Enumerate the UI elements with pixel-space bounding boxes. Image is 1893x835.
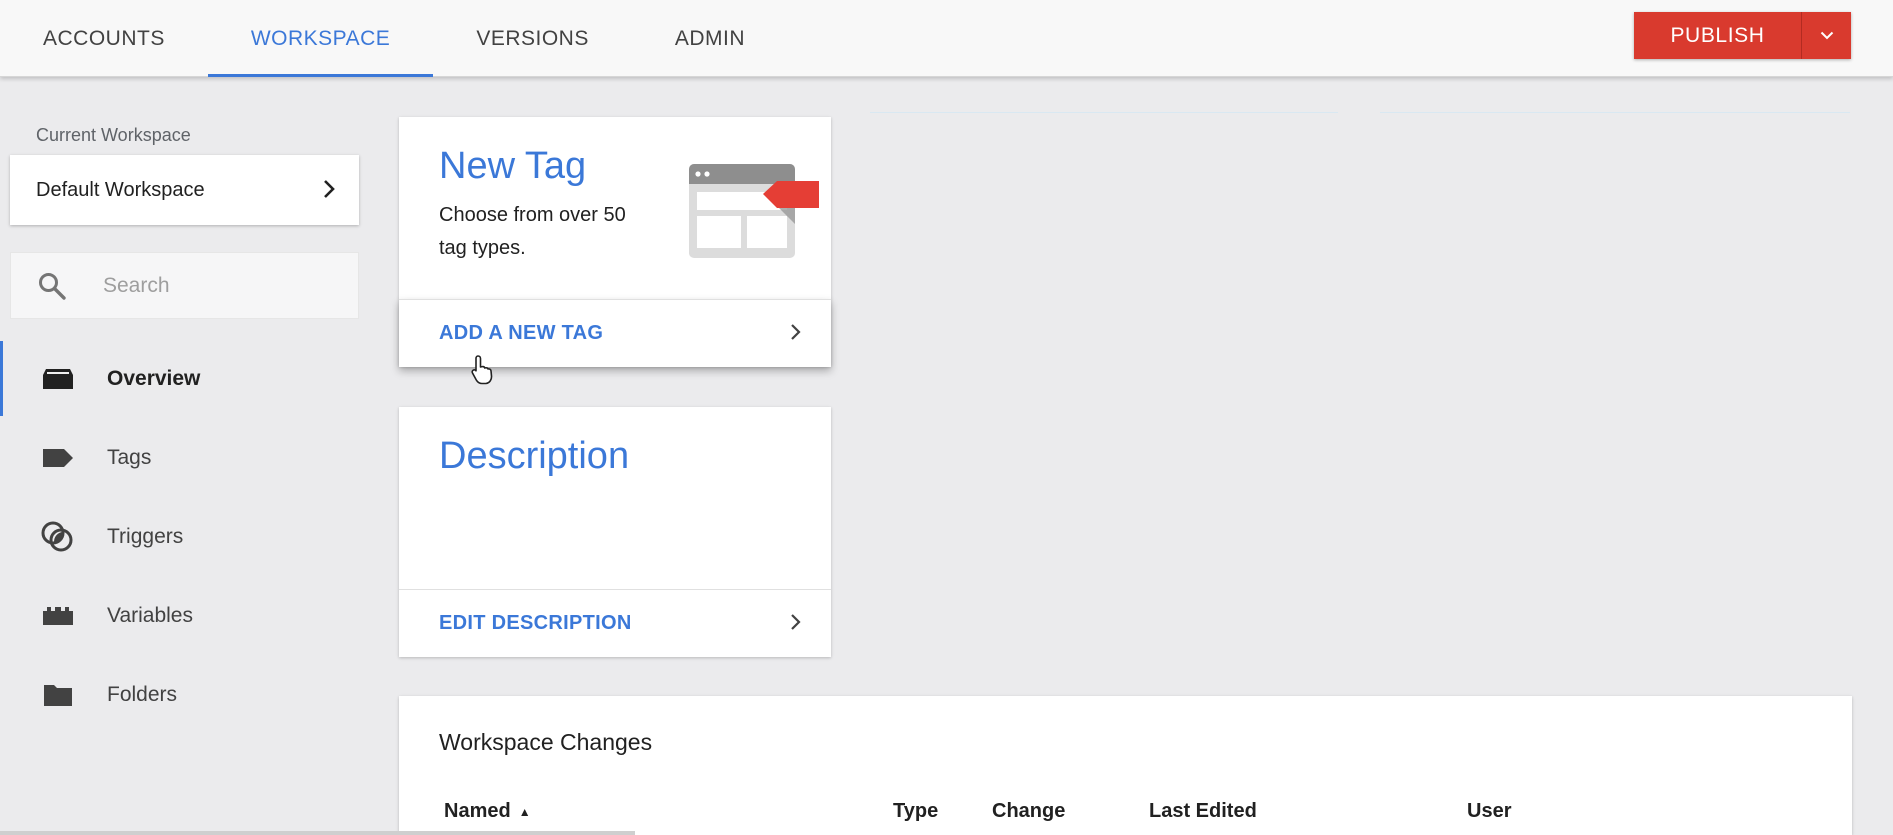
sidebar-item-overview[interactable]: Overview xyxy=(0,339,380,418)
tag-illustration-icon xyxy=(689,164,819,258)
description-card: Description EDIT DESCRIPTION xyxy=(399,407,831,657)
search-icon xyxy=(39,273,66,300)
sidebar-item-tags[interactable]: Tags xyxy=(0,418,380,497)
add-new-tag-button[interactable]: ADD A NEW TAG xyxy=(399,299,831,367)
variables-icon xyxy=(40,601,76,631)
divider xyxy=(1380,112,1850,113)
description-title: Description xyxy=(439,435,630,477)
chevron-right-icon xyxy=(791,614,801,630)
publish-button[interactable]: PUBLISH xyxy=(1634,12,1801,59)
overview-icon xyxy=(40,364,76,394)
new-tag-card: New Tag Choose from over 50 tag types. A… xyxy=(399,117,831,367)
sidebar-item-label: Tags xyxy=(107,445,152,469)
sidebar-item-variables[interactable]: Variables xyxy=(0,576,380,655)
workspace-selector[interactable]: Default Workspace xyxy=(10,155,359,225)
edit-description-label: EDIT DESCRIPTION xyxy=(439,612,632,634)
sort-ascending-icon: ▲ xyxy=(518,804,531,819)
sidebar-item-triggers[interactable]: Triggers xyxy=(0,497,380,576)
edit-description-button[interactable]: EDIT DESCRIPTION xyxy=(399,589,831,657)
sidebar-item-label: Variables xyxy=(107,603,193,627)
publish-options-button[interactable] xyxy=(1801,12,1851,59)
sidebar: Current Workspace Default Workspace Over… xyxy=(0,77,380,835)
tab-workspace[interactable]: WORKSPACE xyxy=(207,0,434,77)
new-tag-title: New Tag xyxy=(439,145,587,187)
new-tag-description: Choose from over 50 tag types. xyxy=(439,204,626,259)
add-new-tag-label: ADD A NEW TAG xyxy=(439,322,604,344)
top-bar: ACCOUNTS WORKSPACE VERSIONS ADMIN PUBLIS… xyxy=(0,0,1893,77)
search-input[interactable] xyxy=(101,265,341,307)
sidebar-item-label: Folders xyxy=(107,682,178,706)
divider xyxy=(870,112,1338,113)
chevron-right-icon xyxy=(324,180,335,198)
column-header-type[interactable]: Type xyxy=(893,800,938,823)
sidebar-item-folders[interactable]: Folders xyxy=(0,655,380,734)
column-header-last-edited[interactable]: Last Edited xyxy=(1149,800,1257,823)
workspace-name: Default Workspace xyxy=(36,178,205,201)
column-header-user[interactable]: User xyxy=(1467,800,1511,823)
publish-button-group: PUBLISH xyxy=(1634,12,1851,59)
sidebar-item-label: Triggers xyxy=(107,524,184,548)
chevron-right-icon xyxy=(791,324,801,340)
tab-admin[interactable]: ADMIN xyxy=(632,0,788,77)
column-header-change[interactable]: Change xyxy=(992,800,1065,823)
workspace-changes-title: Workspace Changes xyxy=(439,729,653,755)
sidebar-nav: Overview Tags Triggers Variables Folders xyxy=(0,339,380,734)
workspace-changes-panel: Workspace Changes Named ▲ Type Change La… xyxy=(399,696,1852,835)
column-header-label: Named xyxy=(444,800,511,822)
folder-icon xyxy=(40,680,76,710)
tab-versions[interactable]: VERSIONS xyxy=(433,0,632,77)
chevron-down-icon xyxy=(1820,31,1833,40)
current-workspace-label: Current Workspace xyxy=(36,125,191,145)
search-box xyxy=(10,252,359,319)
trigger-icon xyxy=(40,521,76,552)
main-tabs: ACCOUNTS WORKSPACE VERSIONS ADMIN xyxy=(0,0,788,77)
sidebar-item-label: Overview xyxy=(107,366,201,390)
tag-icon xyxy=(40,443,76,473)
hand-cursor-icon xyxy=(471,355,493,385)
column-header-named[interactable]: Named ▲ xyxy=(444,800,531,823)
horizontal-scrollbar[interactable] xyxy=(0,831,635,835)
tab-accounts[interactable]: ACCOUNTS xyxy=(0,0,208,77)
